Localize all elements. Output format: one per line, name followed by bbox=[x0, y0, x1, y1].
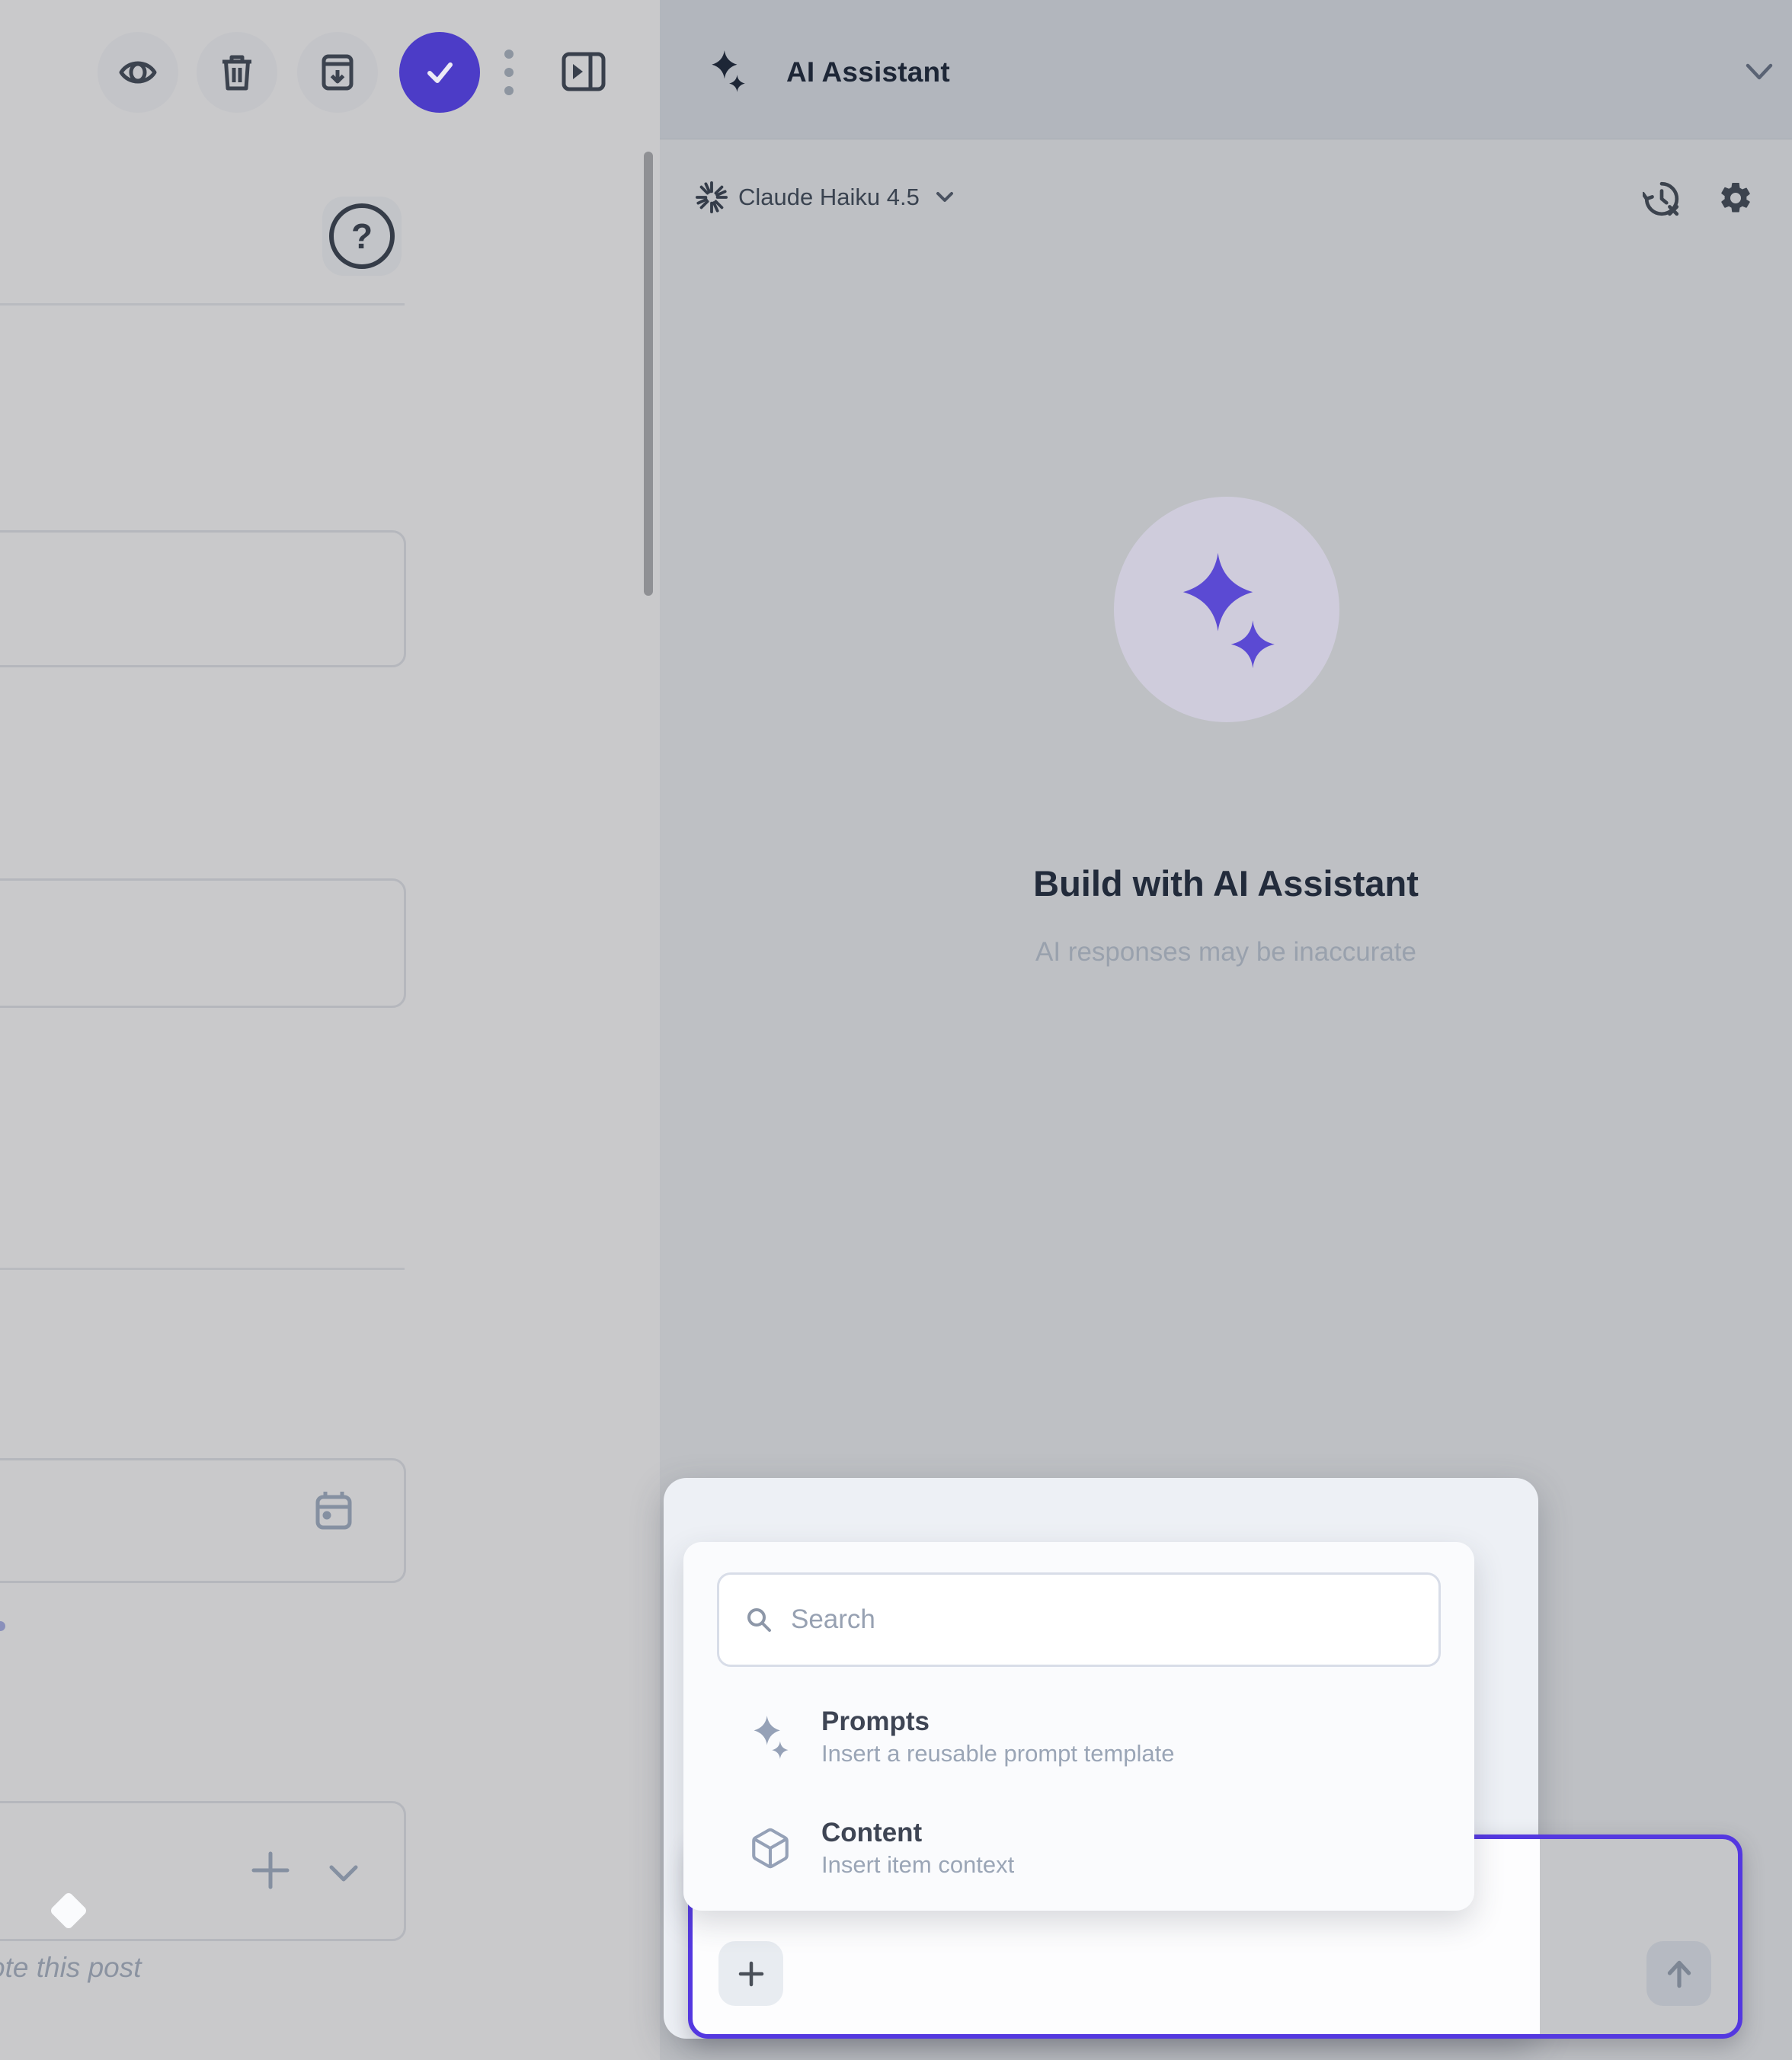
scrollbar-thumb[interactable] bbox=[644, 152, 653, 596]
section-divider bbox=[0, 303, 405, 305]
section-divider bbox=[0, 1268, 405, 1270]
form-field[interactable] bbox=[0, 530, 406, 667]
calendar-icon[interactable] bbox=[313, 1489, 354, 1532]
app-screen: ? bbox=[0, 0, 1792, 2060]
archive-button[interactable] bbox=[297, 32, 378, 113]
menu-item-subtitle: Insert item context bbox=[821, 1850, 1014, 1880]
archive-download-icon bbox=[317, 52, 358, 93]
ai-avatar-circle bbox=[1114, 497, 1339, 722]
more-menu-button[interactable] bbox=[503, 47, 515, 98]
list-marker bbox=[0, 1621, 5, 1631]
panel-toggle-icon bbox=[560, 50, 607, 93]
menu-item-title: Prompts bbox=[821, 1705, 1175, 1739]
clear-history-button[interactable] bbox=[1643, 180, 1681, 218]
help-glyph: ? bbox=[351, 216, 373, 257]
menu-item-subtitle: Insert a reusable prompt template bbox=[821, 1739, 1175, 1769]
kebab-icon bbox=[503, 47, 515, 98]
check-icon bbox=[418, 51, 461, 94]
cube-icon bbox=[748, 1826, 792, 1870]
sparkle-purple-icon bbox=[1170, 549, 1284, 670]
model-name: Claude Haiku 4.5 bbox=[738, 184, 920, 211]
menu-item-prompts[interactable]: Prompts Insert a reusable prompt templat… bbox=[748, 1687, 1419, 1787]
anthropic-starburst-icon bbox=[696, 181, 728, 213]
empty-state-title: Build with AI Assistant bbox=[660, 862, 1792, 904]
model-selector[interactable]: Claude Haiku 4.5 bbox=[696, 181, 955, 213]
search-icon bbox=[745, 1606, 773, 1633]
chevron-down-icon[interactable] bbox=[327, 1863, 360, 1884]
sparkle-icon bbox=[707, 49, 748, 93]
history-clear-icon bbox=[1643, 180, 1681, 218]
plus-icon[interactable] bbox=[249, 1849, 292, 1892]
ai-assistant-header: AI Assistant bbox=[660, 0, 1792, 139]
eye-icon bbox=[117, 52, 158, 93]
insert-menu-popup: Prompts Insert a reusable prompt templat… bbox=[683, 1542, 1474, 1911]
preview-button[interactable] bbox=[98, 32, 178, 113]
add-context-button[interactable] bbox=[718, 1941, 783, 2006]
menu-item-content[interactable]: Content Insert item context bbox=[748, 1798, 1419, 1898]
collapse-chevron-icon[interactable] bbox=[1745, 62, 1774, 82]
approve-button[interactable] bbox=[399, 32, 480, 113]
sparkle-icon bbox=[748, 1714, 792, 1760]
search-input[interactable] bbox=[789, 1574, 1438, 1665]
collapse-panel-button[interactable] bbox=[560, 50, 607, 93]
model-chevron-icon bbox=[935, 190, 955, 204]
settings-button[interactable] bbox=[1717, 180, 1754, 216]
empty-state-subtitle: AI responses may be inaccurate bbox=[660, 937, 1792, 968]
help-button[interactable]: ? bbox=[322, 197, 402, 276]
editor-panel: ? bbox=[0, 0, 661, 2060]
quote-post-text: ote this post bbox=[0, 1952, 142, 1984]
help-icon: ? bbox=[329, 203, 395, 269]
trash-icon bbox=[216, 52, 258, 93]
form-field[interactable] bbox=[0, 878, 406, 1008]
menu-item-title: Content bbox=[821, 1816, 1014, 1850]
delete-button[interactable] bbox=[197, 32, 277, 113]
gear-icon bbox=[1717, 180, 1754, 216]
send-button[interactable] bbox=[1646, 1941, 1711, 2006]
plus-icon bbox=[736, 1959, 766, 1989]
arrow-up-icon bbox=[1662, 1956, 1697, 1991]
ai-panel-title: AI Assistant bbox=[786, 56, 950, 88]
date-field[interactable] bbox=[0, 1458, 406, 1583]
search-field[interactable] bbox=[717, 1572, 1441, 1667]
